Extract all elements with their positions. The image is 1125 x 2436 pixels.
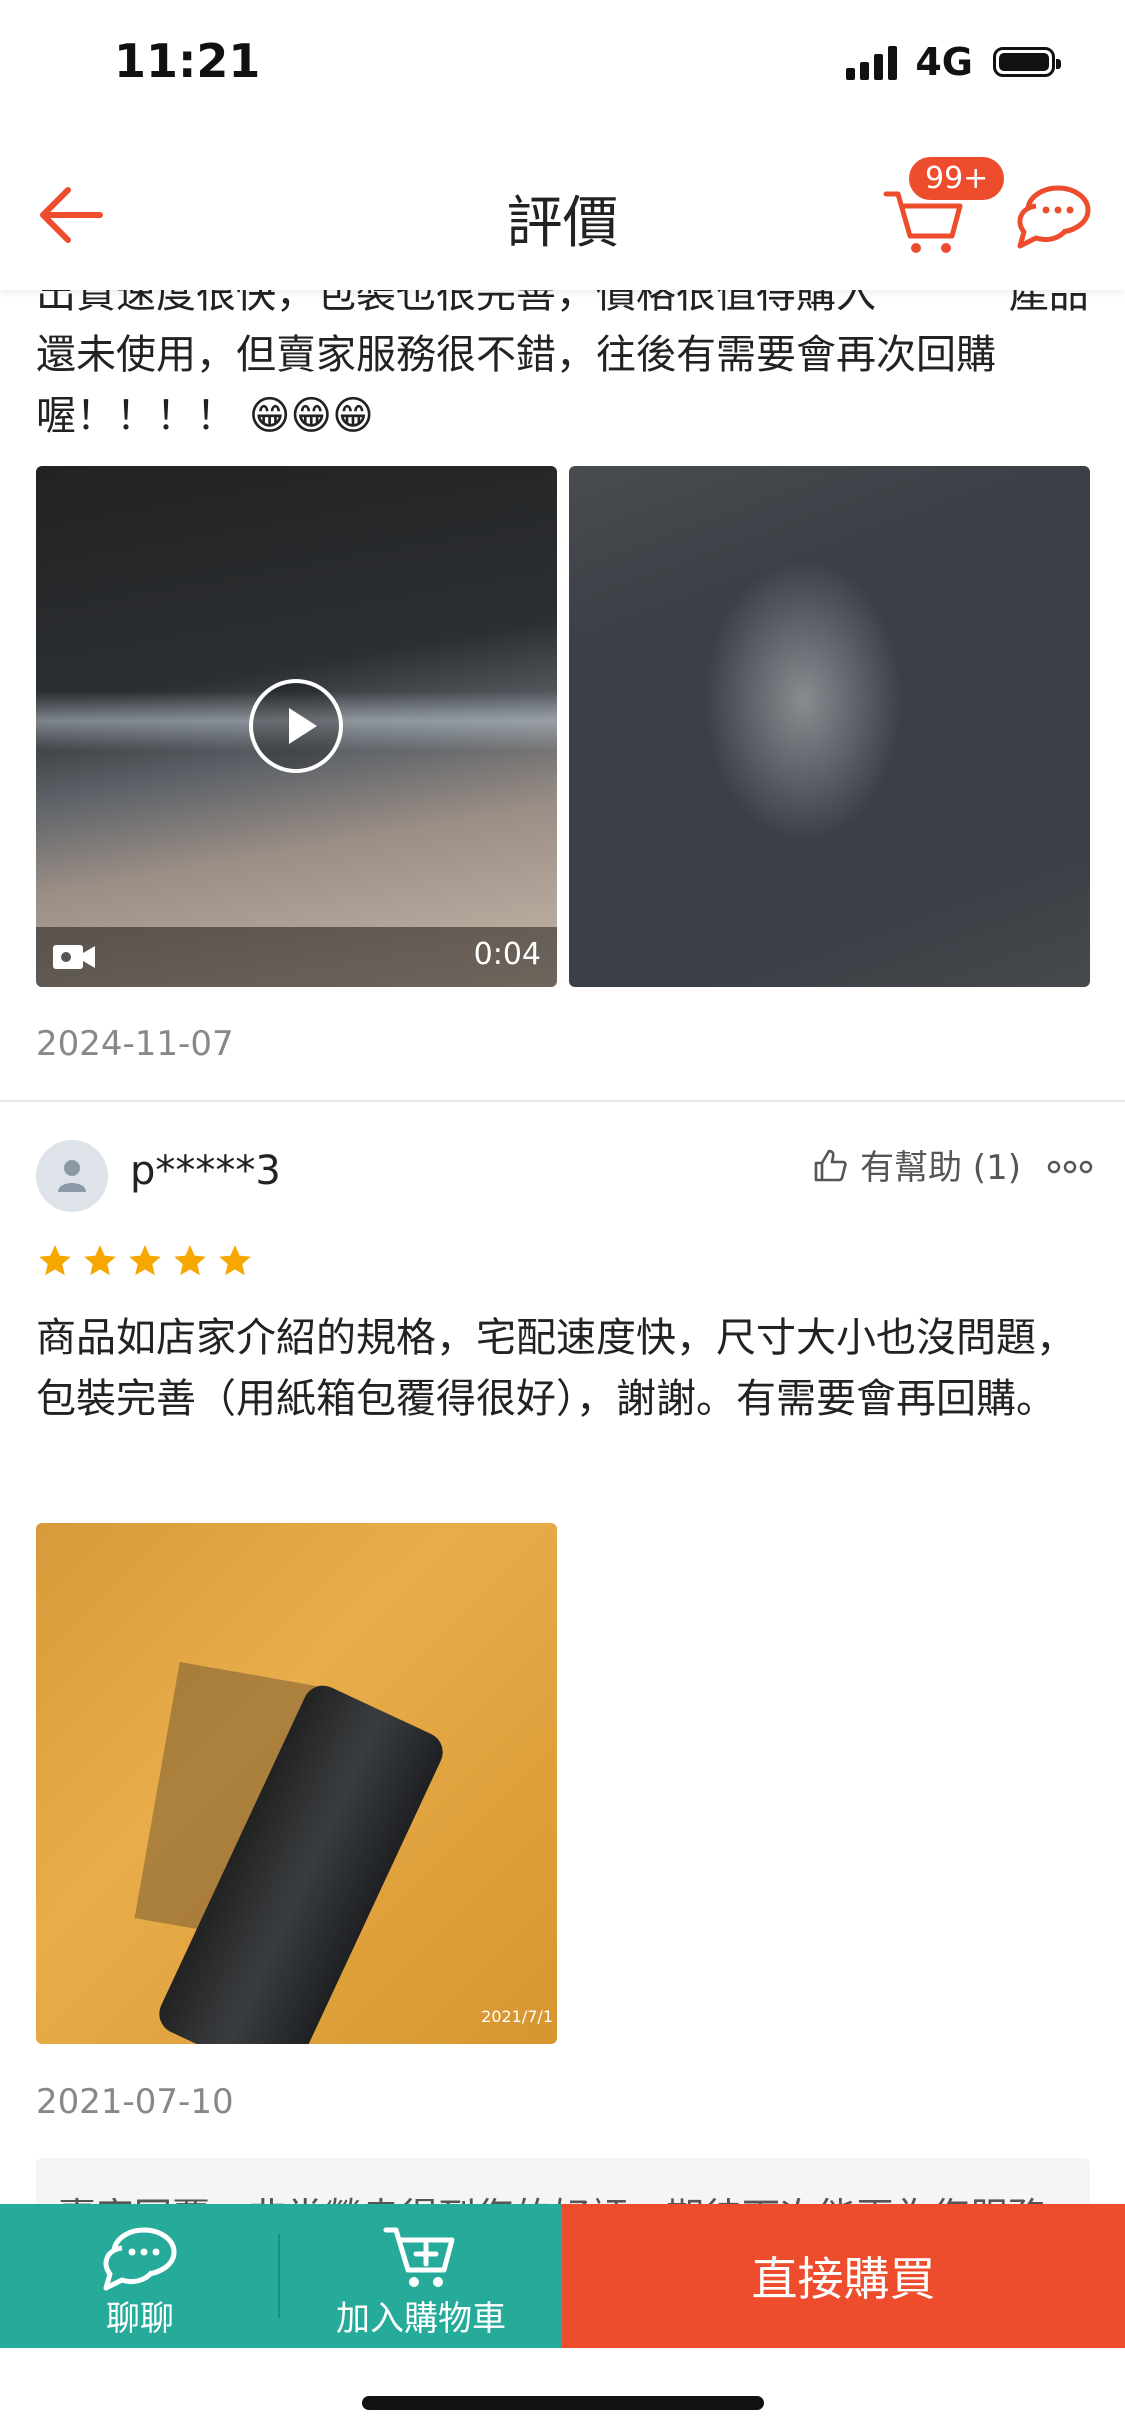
more-icon bbox=[1047, 1160, 1093, 1174]
chat-button[interactable] bbox=[1012, 176, 1094, 258]
star-icon bbox=[39, 1245, 71, 1276]
chat-action-button[interactable]: 聊聊 bbox=[0, 2204, 280, 2348]
reviewer-name: p*****3 bbox=[130, 1148, 281, 1194]
review-photo[interactable] bbox=[569, 466, 1090, 987]
star-icon bbox=[219, 1245, 251, 1276]
photo-timestamp: 2021/7/1 bbox=[481, 2007, 553, 2026]
battery-icon bbox=[993, 47, 1061, 77]
thumbs-up-icon bbox=[814, 1149, 847, 1181]
buy-now-label: 直接購買 bbox=[751, 2252, 936, 2306]
network-type: 4G bbox=[915, 40, 973, 84]
review-text: 出貨速度很快，包裝也很完善，價格很值得購入 產品還未使用，但賣家服務很不錯，往後… bbox=[36, 271, 1089, 439]
helpful-label: 有幫助 (1) bbox=[860, 1148, 1021, 1188]
home-area bbox=[0, 2348, 1125, 2436]
divider bbox=[0, 1100, 1125, 1102]
chat-label: 聊聊 bbox=[106, 2299, 174, 2339]
status-indicators: 4G bbox=[846, 40, 1061, 84]
add-to-cart-button[interactable]: 加入購物車 bbox=[280, 2204, 562, 2348]
header: 評價 99+ bbox=[0, 140, 1125, 290]
review-video[interactable]: 0:04 bbox=[36, 466, 557, 987]
video-camera-icon bbox=[53, 945, 95, 969]
add-cart-icon bbox=[383, 2227, 455, 2287]
star-rating bbox=[36, 1242, 254, 1280]
review-date: 2021-07-10 bbox=[36, 2082, 234, 2122]
user-icon bbox=[58, 1160, 86, 1192]
review-text: 商品如店家介紹的規格，宅配速度快，尺寸大小也沒問題，包裝完善（用紙箱包覆得很好）… bbox=[36, 1315, 1076, 1422]
chat-icon bbox=[1017, 185, 1091, 249]
star-icon bbox=[129, 1245, 161, 1276]
add-to-cart-label: 加入購物車 bbox=[336, 2299, 506, 2339]
avatar bbox=[36, 1140, 108, 1212]
video-duration: 0:04 bbox=[473, 937, 541, 972]
play-icon[interactable] bbox=[249, 679, 343, 773]
star-icon bbox=[84, 1245, 116, 1276]
cart-badge: 99+ bbox=[906, 154, 1008, 203]
helpful-button[interactable]: 有幫助 (1) bbox=[812, 1140, 1021, 1189]
buy-now-button[interactable]: 直接購買 bbox=[562, 2204, 1125, 2348]
review-date: 2024-11-07 bbox=[36, 1024, 234, 1064]
chat-icon bbox=[103, 2227, 177, 2291]
star-icon bbox=[174, 1245, 206, 1276]
status-time: 11:21 bbox=[114, 34, 261, 88]
more-options-button[interactable] bbox=[1046, 1152, 1094, 1182]
review-photo[interactable]: 2021/7/1 bbox=[36, 1523, 557, 2044]
signal-icon bbox=[846, 44, 898, 80]
home-indicator[interactable] bbox=[362, 2396, 764, 2410]
bottom-action-bar: 聊聊 加入購物車 直接購買 bbox=[0, 2204, 1125, 2348]
